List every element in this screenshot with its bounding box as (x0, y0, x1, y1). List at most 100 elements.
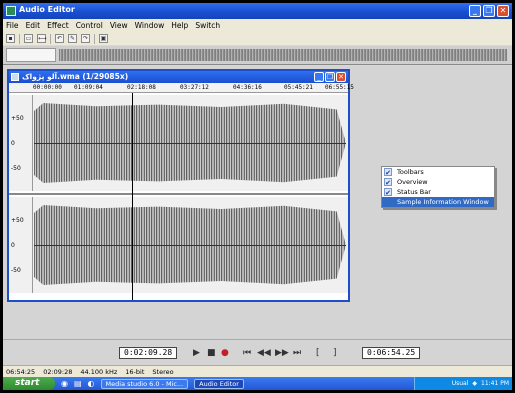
workspace: آلو پژواک.wma (1/29085x) _ ❐ ✕ 00:00:00 … (3, 66, 512, 355)
document-controls: _ ❐ ✕ (314, 72, 346, 82)
ctx-label: Sample Information Window (397, 198, 489, 206)
check-icon: ✔ (384, 178, 392, 187)
quick-launch-icon[interactable]: ▤ (74, 379, 82, 388)
menu-window[interactable]: Window (135, 21, 165, 30)
status-channels: Stereo (152, 367, 174, 376)
length-display: 0:06:54.25 (362, 347, 421, 359)
play-button[interactable]: ▶ (193, 348, 200, 358)
ruler-label: 02:18:08 (127, 84, 156, 91)
quick-launch-icon[interactable]: ◉ (61, 379, 68, 388)
menu-file[interactable]: File (6, 21, 19, 30)
toolbar-separator (94, 33, 95, 44)
axis-label: +50 (11, 115, 24, 122)
title-bar[interactable]: Audio Editor _ ❐ ✕ (3, 3, 512, 19)
menu-view[interactable]: View (110, 21, 128, 30)
amplitude-axis: +50 0 -50 (9, 197, 33, 293)
axis-label: -50 (11, 165, 21, 172)
window-title: Audio Editor (19, 5, 75, 14)
status-sample-rate: 44.100 kHz (80, 367, 118, 376)
status-length: 06:54:25 (6, 367, 36, 376)
ctx-sample-information-window[interactable]: Sample Information Window (382, 197, 494, 207)
position-display: 0:02:09.28 (119, 347, 178, 359)
unchecked-box (384, 198, 392, 206)
maximize-button[interactable]: ❐ (483, 5, 495, 17)
quick-launch-icon[interactable]: ◐ (88, 379, 95, 388)
menu-switch[interactable]: Switch (195, 21, 220, 30)
overview-bar[interactable] (3, 46, 512, 65)
next-button[interactable]: ▶▶ (275, 348, 289, 358)
toolbar: ▪ ▭ ⟷ ↶ ✎ ↷ ▣ (3, 32, 512, 45)
audio-document-window: آلو پژواک.wma (1/29085x) _ ❐ ✕ 00:00:00 … (7, 69, 354, 302)
clock: 11:41 PM (481, 380, 509, 387)
redo-icon[interactable]: ↷ (81, 34, 90, 43)
zero-line (34, 143, 346, 144)
status-bit-depth: 16-bit (125, 367, 145, 376)
status-bar: 06:54:25 02:09:28 44.100 kHz 16-bit Ster… (3, 365, 512, 377)
fit-icon[interactable]: ⟷ (37, 34, 47, 43)
check-icon: ✔ (384, 168, 392, 177)
menu-help[interactable]: Help (171, 21, 188, 30)
mark-out-button[interactable]: ] (333, 348, 337, 358)
ruler-label: 01:09:04 (74, 84, 103, 91)
close-button[interactable]: ✕ (497, 5, 509, 17)
toolbar-separator (50, 33, 51, 44)
document-title: آلو پژواک.wma (1/29085x) (22, 72, 129, 81)
properties-icon[interactable]: ▣ (99, 34, 108, 43)
axis-label: -50 (11, 267, 21, 274)
minimize-button[interactable]: _ (469, 5, 481, 17)
axis-label: 0 (11, 242, 15, 249)
document-icon (11, 73, 19, 81)
document-maximize-button[interactable]: ❐ (325, 72, 335, 82)
document-minimize-button[interactable]: _ (314, 72, 324, 82)
zero-line (34, 245, 346, 246)
ctx-toolbars[interactable]: ✔ Toolbars (382, 167, 494, 177)
ctx-overview[interactable]: ✔ Overview (382, 177, 494, 187)
task-media-studio[interactable]: Media studio 6.0 - Mic... (100, 378, 189, 389)
menu-edit[interactable]: Edit (26, 21, 41, 30)
channel-left[interactable]: +50 0 -50 (9, 95, 348, 191)
playhead-cursor[interactable] (132, 93, 133, 300)
ruler-label: 06:55:15 (325, 84, 354, 91)
ctx-status-bar[interactable]: ✔ Status Bar (382, 187, 494, 197)
context-menu: ✔ Toolbars ✔ Overview ✔ Status Bar Sampl… (381, 166, 495, 208)
window-controls: _ ❐ ✕ (469, 5, 509, 17)
channel-right[interactable]: +50 0 -50 (9, 197, 348, 293)
check-icon: ✔ (384, 188, 392, 197)
app-icon (6, 6, 16, 16)
select-icon[interactable]: ▭ (24, 34, 33, 43)
axis-label: +50 (11, 217, 24, 224)
pencil-icon[interactable]: ✎ (68, 34, 77, 43)
ruler-label: 00:00:00 (33, 84, 62, 91)
undo-icon[interactable]: ↶ (55, 34, 64, 43)
tray-text: Usual (451, 380, 469, 387)
save-icon[interactable]: ▪ (6, 34, 15, 43)
menu-bar: File Edit Effect Control View Window Hel… (3, 19, 512, 32)
ruler-label: 05:45:21 (284, 84, 313, 91)
tray-icon[interactable]: ◆ (472, 380, 477, 387)
status-position: 02:09:28 (43, 367, 73, 376)
ctx-label: Toolbars (397, 168, 424, 176)
previous-button[interactable]: ◀◀ (257, 348, 271, 358)
time-ruler[interactable]: 00:00:00 01:09:04 02:18:08 03:27:12 04:3… (9, 83, 354, 93)
go-to-start-button[interactable]: ⏮ (243, 348, 251, 358)
task-audio-editor[interactable]: Audio Editor (194, 378, 244, 389)
ruler-label: 04:36:16 (233, 84, 262, 91)
document-close-button[interactable]: ✕ (336, 72, 346, 82)
channel-divider (9, 193, 348, 195)
start-button[interactable]: start (3, 377, 55, 390)
toolbar-separator (19, 33, 20, 44)
taskbar: start ◉ ▤ ◐ Media studio 6.0 - Mic... Au… (3, 377, 512, 390)
menu-control[interactable]: Control (76, 21, 103, 30)
system-tray: Usual ◆ 11:41 PM (414, 377, 512, 390)
document-title-bar[interactable]: آلو پژواک.wma (1/29085x) _ ❐ ✕ (9, 71, 348, 83)
record-button[interactable]: ● (221, 348, 229, 358)
axis-label: 0 (11, 140, 15, 147)
mark-in-button[interactable]: [ (316, 348, 320, 358)
stop-button[interactable]: ■ (207, 348, 216, 358)
overview-waveform[interactable] (59, 49, 507, 61)
transport-bar: 0:02:09.28 ▶ ■ ● ⏮ ◀◀ ▶▶ ⏭ [ ] 0:06:54.2… (3, 339, 512, 365)
menu-effect[interactable]: Effect (47, 21, 69, 30)
overview-zoom-box[interactable] (6, 48, 56, 62)
go-to-end-button[interactable]: ⏭ (293, 348, 301, 358)
amplitude-axis: +50 0 -50 (9, 95, 33, 191)
